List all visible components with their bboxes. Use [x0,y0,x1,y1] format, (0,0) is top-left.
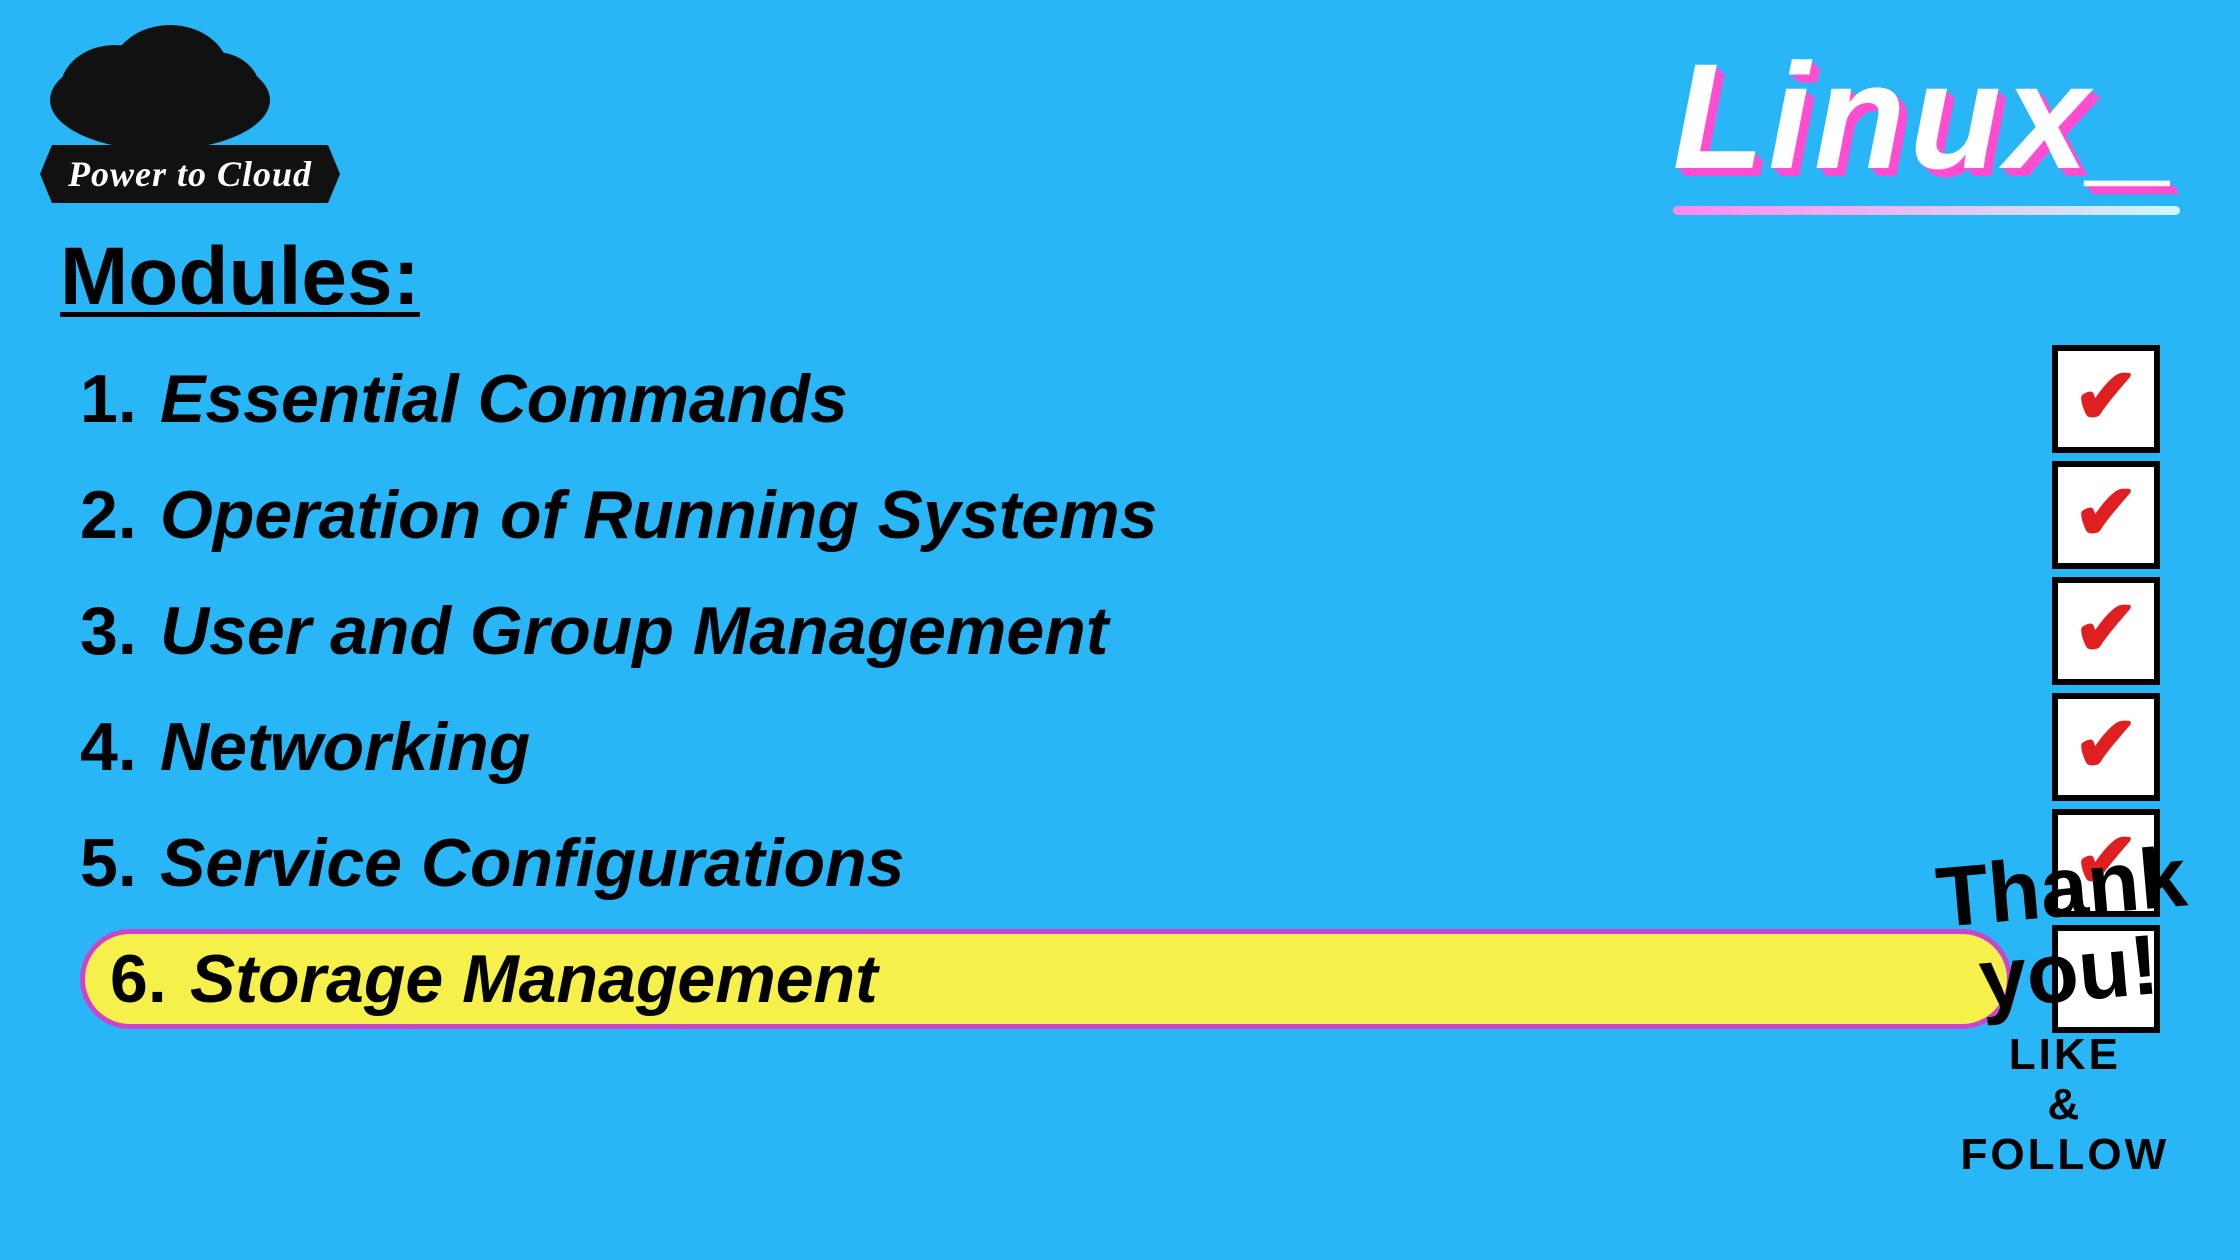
list-item: 1. Essential Commands ✔ [80,345,2160,453]
thankyou-text: Thankyou! [1933,834,2197,1025]
list-item: 3. User and Group Management ✔ [80,577,2160,685]
like-follow-text: LIKE&FOLLOW [1940,1030,2190,1180]
linux-title: Linux_ [1673,30,2180,203]
list-item: 6. Storage Management [80,925,2160,1033]
cloud-icon [40,20,460,155]
modules-heading: Modules: [60,230,420,324]
list-item: 4. Networking ✔ [80,693,2160,801]
list-item: 5. Service Configurations ✔ [80,809,2160,917]
linux-title-text: Linux_ [1673,30,2180,203]
thankyou-section: Thankyou! LIKE&FOLLOW [1940,845,2190,1180]
checkbox-4: ✔ [2052,693,2160,801]
checkbox-1: ✔ [2052,345,2160,453]
modules-list: 1. Essential Commands ✔ 2. Operation of … [80,345,2160,1041]
linux-underline [1673,206,2180,215]
logo-area: Power to Cloud [40,20,460,203]
list-item: 2. Operation of Running Systems ✔ [80,461,2160,569]
checkbox-2: ✔ [2052,461,2160,569]
highlighted-item-6: 6. Storage Management [80,929,2012,1029]
checkbox-3: ✔ [2052,577,2160,685]
brand-label: Power to Cloud [40,145,340,203]
